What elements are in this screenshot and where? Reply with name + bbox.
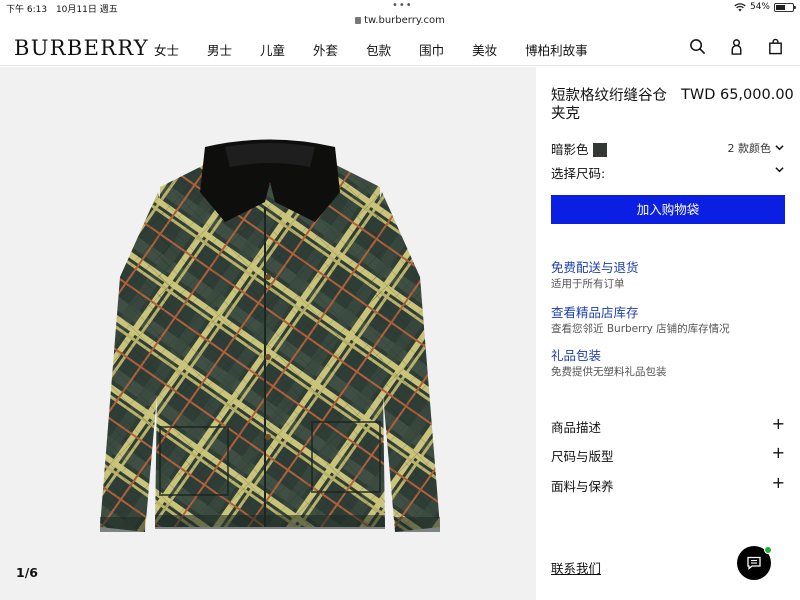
plus-icon: + — [771, 473, 785, 492]
size-label: 选择尺码: — [551, 166, 606, 181]
product-image-jacket — [100, 139, 440, 532]
status-date: 10月11日 週五 — [55, 5, 118, 15]
image-counter: 1/6 — [16, 565, 38, 580]
nav-item-women[interactable]: 女士 — [154, 40, 179, 59]
color-label: 暗影色 — [551, 142, 589, 157]
battery-icon — [774, 2, 796, 12]
color-swatch[interactable] — [592, 143, 607, 157]
service-subtitle: 免费提供无塑料礼品包装 — [551, 366, 667, 378]
header-icons — [689, 38, 784, 55]
nav-item-outerwear[interactable]: 外套 — [313, 40, 338, 59]
multitasking-dots-icon[interactable]: ••• — [392, 0, 413, 11]
service-title[interactable]: 礼品包装 — [551, 348, 785, 364]
accordion-label: 尺码与版型 — [551, 449, 614, 464]
product-price: TWD 65,000.00 — [681, 87, 794, 103]
status-time-date: 下午 6:13 10月11日 週五 — [6, 2, 118, 15]
wifi-icon — [734, 2, 746, 11]
url-bar[interactable]: tw.burberry.com — [0, 15, 800, 26]
status-indicators: 54% — [734, 2, 796, 12]
chat-button[interactable] — [737, 546, 772, 580]
status-bar: 下午 6:13 10月11日 週五 ••• tw.burberry.com 54… — [0, 0, 800, 30]
service-subtitle: 查看您邻近 Burberry 店铺的库存情况 — [551, 323, 730, 335]
battery-level — [776, 4, 785, 10]
product-details-panel: 短款格纹绗缝谷仓夹克 TWD 65,000.00 暗影色 2 款颜色 选择尺码:… — [536, 67, 800, 600]
lock-icon — [355, 17, 362, 24]
nav-item-children[interactable]: 儿童 — [260, 40, 285, 59]
color-count-dropdown[interactable]: 2 款颜色 — [728, 140, 785, 156]
size-selector[interactable]: 选择尺码: — [551, 163, 784, 182]
product-title: 短款格纹绗缝谷仓夹克 — [551, 88, 667, 122]
nav-item-scarves[interactable]: 围巾 — [419, 40, 444, 59]
color-count-label: 2 款颜色 — [727, 142, 772, 155]
site-header: BURBERRY 女士 男士 儿童 外套 包款 围巾 美妆 博柏利故事 — [0, 30, 800, 66]
search-icon[interactable] — [689, 38, 706, 55]
plus-icon: + — [771, 414, 785, 433]
nav-item-bags[interactable]: 包款 — [366, 40, 391, 59]
burberry-logo[interactable]: BURBERRY — [14, 36, 149, 60]
nav-item-beauty[interactable]: 美妆 — [472, 40, 497, 59]
accordion-label: 商品描述 — [551, 420, 602, 435]
accordion-description[interactable]: 商品描述 + — [551, 414, 785, 436]
chat-icon — [747, 556, 761, 570]
status-time: 下午 6:13 — [6, 5, 48, 15]
chevron-down-icon — [775, 145, 784, 151]
service-title[interactable]: 免费配送与退货 — [551, 260, 785, 276]
nav-item-stories[interactable]: 博柏利故事 — [525, 40, 588, 59]
shopping-bag-icon[interactable] — [767, 38, 784, 55]
service-subtitle: 适用于所有订单 — [551, 278, 625, 290]
chevron-down-icon — [775, 167, 784, 173]
contact-us-link[interactable]: 联系我们 — [551, 558, 601, 577]
service-title[interactable]: 查看精品店库存 — [551, 305, 785, 321]
product-gallery[interactable]: 1/6 — [0, 67, 536, 600]
plus-icon: + — [771, 443, 785, 462]
accordion-size-fit[interactable]: 尺码与版型 + — [551, 443, 785, 465]
service-free-delivery: 免费配送与退货 适用于所有订单 — [551, 260, 785, 292]
add-to-bag-button[interactable]: 加入购物袋 — [551, 195, 785, 224]
battery-percent: 54% — [749, 2, 770, 12]
nav-item-men[interactable]: 男士 — [207, 40, 232, 59]
url-text: tw.burberry.com — [364, 15, 445, 26]
main-nav: 女士 男士 儿童 外套 包款 围巾 美妆 博柏利故事 — [154, 40, 616, 59]
accordion-fabric-care[interactable]: 面料与保养 + — [551, 473, 785, 495]
color-selector[interactable]: 暗影色 2 款颜色 — [551, 139, 785, 157]
service-store-stock: 查看精品店库存 查看您邻近 Burberry 店铺的库存情况 — [551, 305, 785, 337]
online-indicator — [764, 546, 772, 554]
service-gift-wrap: 礼品包装 免费提供无塑料礼品包装 — [551, 348, 785, 380]
account-icon[interactable] — [728, 38, 745, 55]
accordion-label: 面料与保养 — [551, 479, 614, 494]
